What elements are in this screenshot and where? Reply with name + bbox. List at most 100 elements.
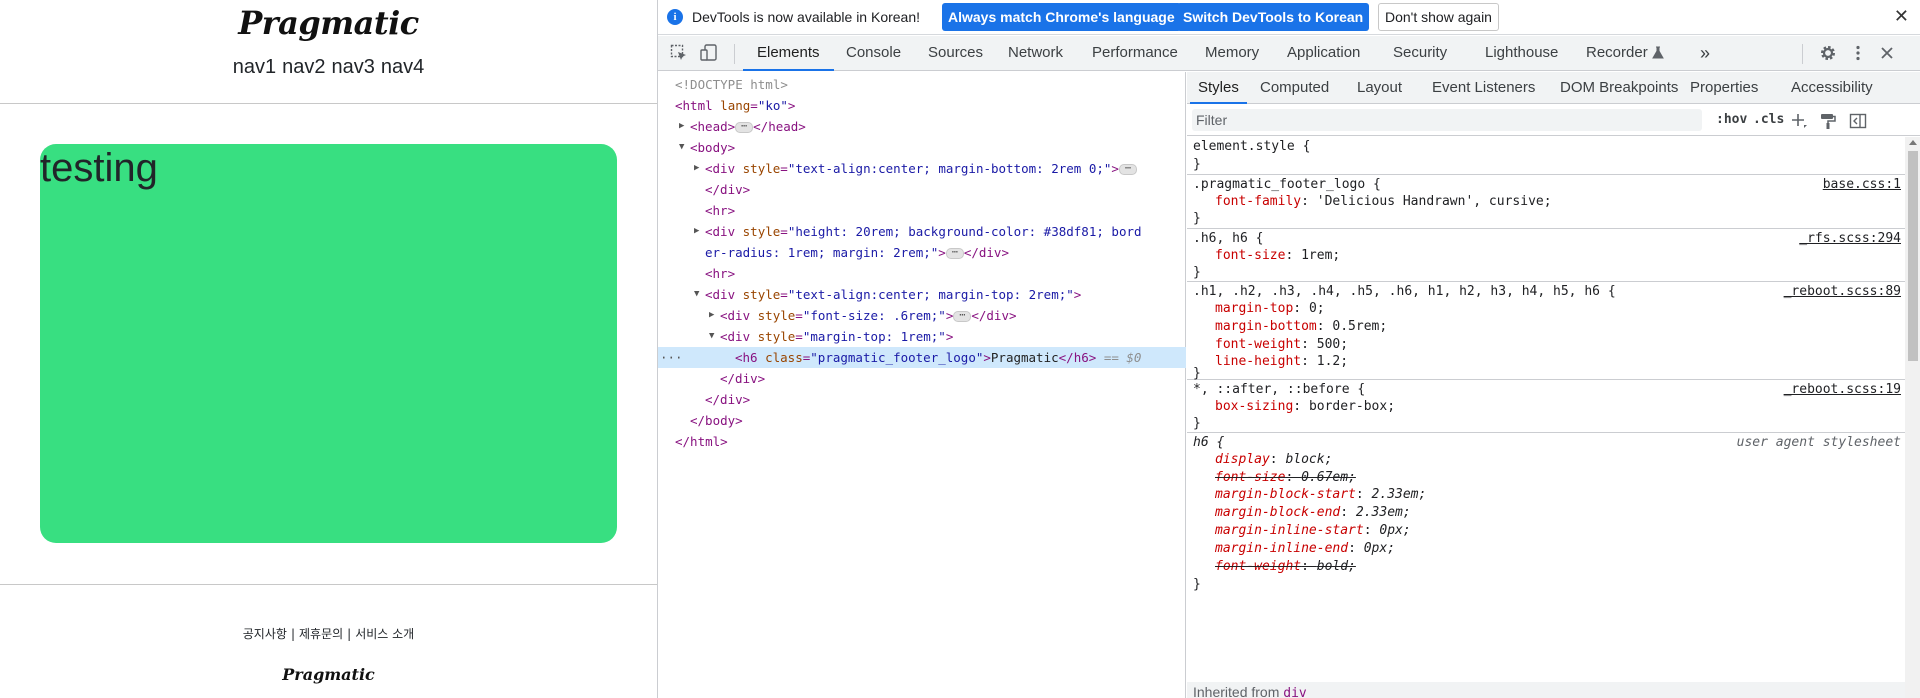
new-style-rule-icon[interactable] xyxy=(1790,112,1808,130)
rule-selector[interactable]: .h1, .h2, .h3, .h4, .h5, .h6, h1, h2, h3… xyxy=(1193,283,1616,301)
dont-show-again-button[interactable]: Don't show again xyxy=(1378,3,1499,31)
device-toolbar-icon[interactable] xyxy=(700,44,718,62)
tree-node-div-footer[interactable]: ▼ <div style="text-align:center; margin-t… xyxy=(658,284,1186,305)
tree-node-div-green[interactable]: ▶ <div style="height: 20rem; background-c… xyxy=(658,221,1186,242)
nav-item-2[interactable]: nav2 xyxy=(282,56,325,78)
rule-selector[interactable]: h6 { xyxy=(1193,434,1224,452)
inspect-element-icon[interactable] xyxy=(670,44,688,62)
rule-declaration-overridden[interactable]: font-weight: bold; xyxy=(1215,558,1356,576)
tab-security[interactable]: Security xyxy=(1393,36,1447,71)
expand-triangle-icon[interactable]: ▶ xyxy=(694,158,699,179)
styles-scrollbar[interactable] xyxy=(1905,137,1920,698)
tree-node-hr[interactable]: <hr> xyxy=(658,200,1186,221)
close-icon[interactable]: ✕ xyxy=(1894,6,1909,27)
paint-roller-icon[interactable] xyxy=(1819,112,1837,130)
tab-styles[interactable]: Styles xyxy=(1190,72,1247,104)
rule-selector[interactable]: element.style { xyxy=(1193,138,1310,156)
nav-item-1[interactable]: nav1 xyxy=(233,56,276,78)
site-logo-top[interactable]: Pragmatic xyxy=(0,4,657,42)
rule-declaration[interactable]: font-family: 'Delicious Handrawn', cursi… xyxy=(1215,193,1552,211)
expand-triangle-icon[interactable]: ▶ xyxy=(679,116,684,137)
tree-node-body[interactable]: ▼ <body> xyxy=(658,137,1186,158)
rule-source-link[interactable]: _rfs.scss:294 xyxy=(1799,230,1901,248)
tree-node-div-logo[interactable]: ▼ <div style="margin-top: 1rem;"> xyxy=(658,326,1186,347)
expand-triangle-icon[interactable]: ▶ xyxy=(694,221,699,242)
close-devtools-icon[interactable] xyxy=(1878,44,1896,62)
gear-icon[interactable] xyxy=(1819,44,1837,62)
tree-node-html[interactable]: <html lang="ko"> xyxy=(658,95,1186,116)
inherited-tag-link[interactable]: div xyxy=(1283,686,1306,698)
rule-user-agent-h6: h6 { user agent stylesheet display: bloc… xyxy=(1187,433,1905,597)
rule-close-brace: } xyxy=(1193,265,1201,280)
collapse-triangle-icon[interactable]: ▼ xyxy=(679,137,684,158)
tab-lighthouse[interactable]: Lighthouse xyxy=(1485,36,1558,71)
cls-toggle[interactable]: .cls xyxy=(1753,112,1784,127)
rule-selector[interactable]: .h6, h6 { xyxy=(1193,230,1263,248)
rule-declaration[interactable]: margin-inline-end: 0px; xyxy=(1215,540,1395,558)
tab-network[interactable]: Network xyxy=(1008,36,1063,71)
rule-declaration[interactable]: font-size: 1rem; xyxy=(1215,247,1340,265)
ellipsis-icon[interactable]: ⋯ xyxy=(735,122,754,133)
footer-link-about[interactable]: 서비스 소개 xyxy=(355,627,414,641)
rule-source-link[interactable]: _reboot.scss:89 xyxy=(1784,283,1901,301)
rule-source-link[interactable]: base.css:1 xyxy=(1823,176,1901,194)
tab-computed[interactable]: Computed xyxy=(1260,72,1329,104)
tab-console[interactable]: Console xyxy=(846,36,901,71)
tab-elements[interactable]: Elements xyxy=(743,36,833,71)
tab-application[interactable]: Application xyxy=(1287,36,1360,71)
tab-recorder[interactable]: Recorder xyxy=(1586,36,1648,71)
rule-declaration[interactable]: box-sizing: border-box; xyxy=(1215,398,1395,416)
tree-node-hr[interactable]: <hr> xyxy=(658,263,1186,284)
rule-source-label: user agent stylesheet xyxy=(1736,435,1901,450)
footer-link-partnership[interactable]: 제휴문의 xyxy=(299,627,343,641)
always-match-language-button[interactable]: Always match Chrome's language xyxy=(942,3,1181,31)
scroll-up-arrow-icon[interactable] xyxy=(1909,140,1917,145)
rule-selector[interactable]: .pragmatic_footer_logo { xyxy=(1193,176,1381,194)
tab-event-listeners[interactable]: Event Listeners xyxy=(1432,72,1535,104)
collapse-triangle-icon[interactable]: ▼ xyxy=(694,284,699,305)
more-tabs-chevron-icon[interactable]: » xyxy=(1700,36,1710,71)
tab-memory[interactable]: Memory xyxy=(1205,36,1259,71)
ellipsis-icon[interactable]: ⋯ xyxy=(1118,164,1137,175)
tab-layout[interactable]: Layout xyxy=(1357,72,1402,104)
hov-toggle[interactable]: :hov xyxy=(1716,112,1747,127)
tree-node-div-links[interactable]: ▶ <div style="font-size: .6rem;"> ⋯ </div> xyxy=(658,305,1186,326)
row-dots-icon[interactable]: ··· xyxy=(660,347,683,368)
rule-declaration[interactable]: margin-bottom: 0.5rem; xyxy=(1215,318,1387,336)
elements-tree: <!DOCTYPE html> <html lang="ko"> ▶ <head>… xyxy=(658,72,1186,698)
switch-to-korean-button[interactable]: Switch DevTools to Korean xyxy=(1177,3,1370,31)
rule-source-link[interactable]: _reboot.scss:19 xyxy=(1784,381,1901,399)
tree-node-div-header[interactable]: ▶ <div style="text-align:center; margin-b… xyxy=(658,158,1186,179)
tree-node-doctype[interactable]: <!DOCTYPE html> xyxy=(658,74,1186,95)
ellipsis-icon[interactable]: ⋯ xyxy=(953,311,972,322)
rule-declaration[interactable]: margin-block-end: 2.33em; xyxy=(1215,504,1411,522)
rule-pragmatic-footer-logo: .pragmatic_footer_logo { base.css:1 font… xyxy=(1187,175,1905,229)
rule-declaration[interactable]: margin-inline-start: 0px; xyxy=(1215,522,1411,540)
collapse-triangle-icon[interactable]: ▼ xyxy=(709,326,714,347)
rule-selector[interactable]: *, ::after, ::before { xyxy=(1193,381,1365,399)
rule-declaration[interactable]: margin-top: 0; xyxy=(1215,300,1325,318)
nav-item-3[interactable]: nav3 xyxy=(332,56,375,78)
toggle-sidebar-icon[interactable] xyxy=(1849,112,1867,130)
expand-triangle-icon[interactable]: ▶ xyxy=(709,305,714,326)
tree-node-h6-selected[interactable]: ··· <h6 class="pragmatic_footer_logo">Pra… xyxy=(658,347,1186,368)
tab-dom-breakpoints[interactable]: DOM Breakpoints xyxy=(1560,72,1678,104)
rule-declaration[interactable]: display: block; xyxy=(1215,451,1332,469)
nav-item-4[interactable]: nav4 xyxy=(381,56,424,78)
styles-filter-input[interactable]: Filter xyxy=(1192,109,1702,131)
ellipsis-icon[interactable]: ⋯ xyxy=(945,248,964,259)
rule-declaration[interactable]: line-height: 1.2; xyxy=(1215,353,1348,371)
tab-properties[interactable]: Properties xyxy=(1690,72,1758,104)
tree-node-div-green-cont[interactable]: er-radius: 1rem; margin: 2rem;"> ⋯ </div> xyxy=(658,242,1186,263)
tab-sources[interactable]: Sources xyxy=(928,36,983,71)
tree-node-head[interactable]: ▶ <head> ⋯ </head> xyxy=(658,116,1186,137)
footer-logo[interactable]: Pragmatic xyxy=(0,665,657,684)
kebab-menu-icon[interactable] xyxy=(1849,44,1867,62)
scrollbar-thumb[interactable] xyxy=(1908,151,1918,361)
rule-declaration-overridden[interactable]: font-size: 0.67em; xyxy=(1215,469,1356,487)
rule-declaration[interactable]: margin-block-start: 2.33em; xyxy=(1215,486,1426,504)
rule-declaration[interactable]: font-weight: 500; xyxy=(1215,336,1348,354)
tab-performance[interactable]: Performance xyxy=(1092,36,1178,71)
tab-accessibility[interactable]: Accessibility xyxy=(1791,72,1873,104)
footer-link-notice[interactable]: 공지사항 xyxy=(243,627,287,641)
